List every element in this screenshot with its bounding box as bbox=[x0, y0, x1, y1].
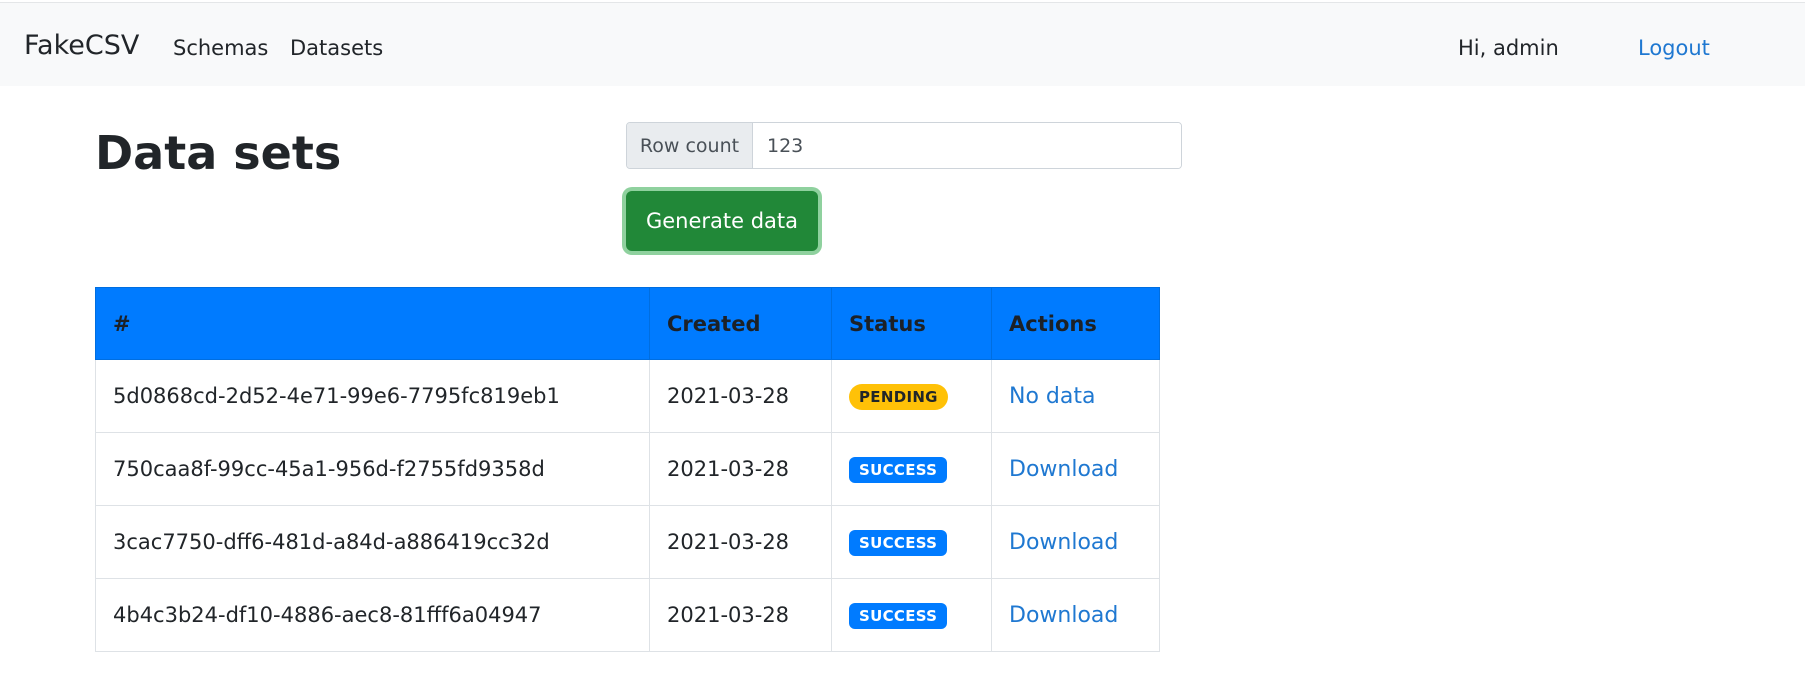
row-count-input[interactable] bbox=[753, 123, 1181, 168]
dataset-id: 5d0868cd-2d52-4e71-99e6-7795fc819eb1 bbox=[95, 359, 650, 433]
download-link[interactable]: Download bbox=[1009, 603, 1118, 628]
status-badge: SUCCESS bbox=[849, 529, 948, 556]
dataset-id: 750caa8f-99cc-45a1-956d-f2755fd9358d bbox=[95, 432, 650, 506]
status-badge: SUCCESS bbox=[849, 602, 948, 629]
header-status: Status bbox=[831, 287, 992, 360]
dataset-status-cell: SUCCESS bbox=[831, 505, 992, 579]
row-count-label: Row count bbox=[627, 123, 753, 168]
page-title: Data sets bbox=[95, 126, 342, 180]
dataset-created: 2021-03-28 bbox=[649, 432, 832, 506]
dataset-actions-cell: Download bbox=[991, 505, 1160, 579]
logout-link[interactable]: Logout bbox=[1638, 36, 1710, 60]
table-header-row: # Created Status Actions bbox=[95, 287, 1160, 360]
user-greeting: Hi, admin bbox=[1458, 36, 1559, 60]
dataset-id: 3cac7750-dff6-481d-a84d-a886419cc32d bbox=[95, 505, 650, 579]
download-link[interactable]: Download bbox=[1009, 530, 1118, 555]
header-created: Created bbox=[649, 287, 832, 360]
dataset-status-cell: SUCCESS bbox=[831, 578, 992, 652]
datasets-table: # Created Status Actions 5d0868cd-2d52-4… bbox=[95, 287, 1160, 652]
row-count-group: Row count bbox=[626, 122, 1182, 169]
table-row: 3cac7750-dff6-481d-a84d-a886419cc32d 202… bbox=[95, 505, 1160, 579]
dataset-created: 2021-03-28 bbox=[649, 505, 832, 579]
download-link[interactable]: Download bbox=[1009, 457, 1118, 482]
status-badge: SUCCESS bbox=[849, 456, 948, 483]
table-row: 5d0868cd-2d52-4e71-99e6-7795fc819eb1 202… bbox=[95, 359, 1160, 433]
dataset-created: 2021-03-28 bbox=[649, 359, 832, 433]
nav-link-schemas[interactable]: Schemas bbox=[173, 36, 268, 60]
dataset-actions-cell: No data bbox=[991, 359, 1160, 433]
table-row: 750caa8f-99cc-45a1-956d-f2755fd9358d 202… bbox=[95, 432, 1160, 506]
dataset-status-cell: PENDING bbox=[831, 359, 992, 433]
dataset-id: 4b4c3b24-df10-4886-aec8-81fff6a04947 bbox=[95, 578, 650, 652]
no-data-link[interactable]: No data bbox=[1009, 384, 1095, 409]
generate-data-button[interactable]: Generate data bbox=[626, 191, 818, 251]
dataset-actions-cell: Download bbox=[991, 432, 1160, 506]
status-badge: PENDING bbox=[849, 383, 948, 410]
header-id: # bbox=[95, 287, 650, 360]
table-row: 4b4c3b24-df10-4886-aec8-81fff6a04947 202… bbox=[95, 578, 1160, 652]
navbar: FakeCSV Schemas Datasets Hi, admin Logou… bbox=[0, 2, 1805, 86]
dataset-actions-cell: Download bbox=[991, 578, 1160, 652]
header-actions: Actions bbox=[991, 287, 1160, 360]
dataset-created: 2021-03-28 bbox=[649, 578, 832, 652]
brand-link[interactable]: FakeCSV bbox=[24, 30, 139, 61]
dataset-status-cell: SUCCESS bbox=[831, 432, 992, 506]
nav-link-datasets[interactable]: Datasets bbox=[290, 36, 383, 60]
